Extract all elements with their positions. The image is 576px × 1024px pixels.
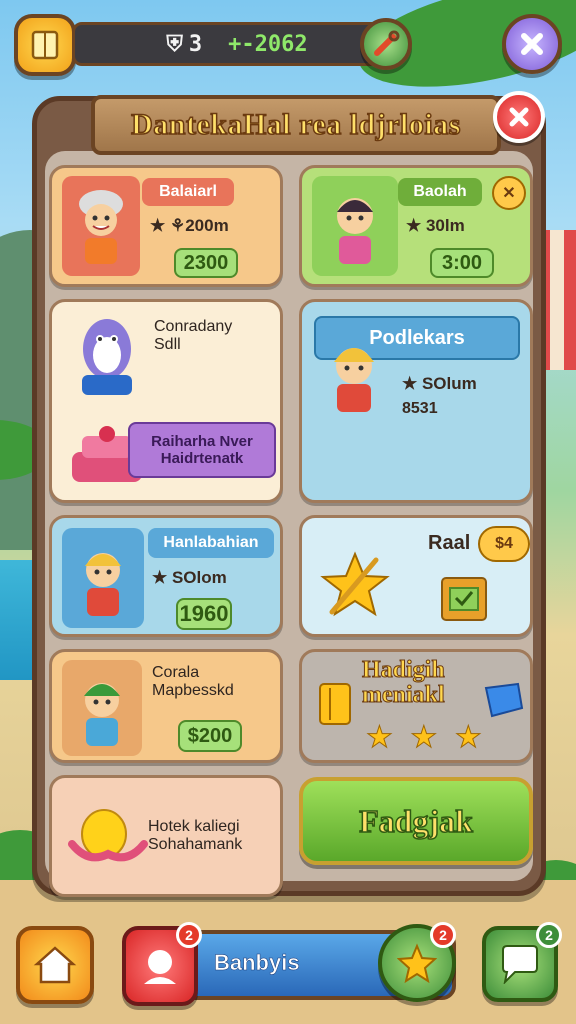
shop-card-9[interactable]: Hotek kaliegi Sohahamank: [49, 775, 283, 897]
gem-icon: ⛨: [166, 31, 183, 57]
panel-title-banner: DantekaHal rea ldjrloias: [91, 95, 501, 155]
shop-card-2[interactable]: Baolah ✕ ★ 30lm 3:00: [299, 165, 533, 287]
card-close-button[interactable]: ✕: [492, 176, 526, 210]
star-icon: [397, 943, 437, 983]
favorites-button[interactable]: 2: [378, 922, 456, 1002]
book-icon: [31, 30, 59, 60]
desc-line-1: Hotek kaliegi: [148, 818, 240, 835]
tag-line-1: Raiharha Nver: [151, 432, 253, 450]
quest-book-button[interactable]: [14, 14, 76, 76]
blonde-boy-character-icon: [334, 348, 374, 412]
character-portrait: [312, 176, 398, 276]
confirm-button-label: Fadgjak: [358, 802, 473, 840]
rating-stars: ★ ★ ★: [366, 720, 486, 756]
card-title: Hadigih meniakl: [362, 657, 446, 709]
blue-gem-icon: [484, 682, 524, 718]
cash-counter: +-2062: [228, 32, 307, 57]
rate-text: ★ SOlum: [402, 374, 477, 393]
close-top-button[interactable]: [502, 14, 562, 74]
gem-count: 3: [188, 31, 203, 57]
price-badge[interactable]: $4: [478, 526, 530, 562]
card-name-pill: Balaiarl: [142, 178, 234, 206]
shop-card-6[interactable]: Raal $4: [299, 515, 533, 637]
notification-badge: 2: [536, 922, 562, 948]
desc-line-2: Mapbesskd: [152, 682, 234, 700]
character-portrait: [62, 660, 142, 756]
home-button[interactable]: [16, 926, 94, 1004]
confirm-button[interactable]: Fadgjak: [299, 777, 533, 865]
wrench-icon: [374, 30, 400, 56]
price-pill[interactable]: 3:00: [430, 248, 494, 278]
shop-card-8[interactable]: Hadigih meniakl ★ ★ ★: [299, 649, 533, 763]
shop-panel: DantekaHal rea ldjrloias Balaiarl ★ ⚘200…: [32, 91, 546, 897]
profile-icon: [144, 950, 176, 984]
rate-text: ★ ⚘200m: [150, 216, 229, 235]
title-line-2: meniakl: [362, 682, 446, 709]
gold-bars-icon: [319, 683, 351, 725]
desc-line-1: Corala: [152, 664, 200, 681]
sub-value: 8531: [402, 400, 438, 417]
home-icon: [33, 946, 77, 984]
green-hair-kid-icon: [84, 683, 120, 746]
price-pill[interactable]: 2300: [174, 248, 238, 278]
item-tag: Raiharha Nver Haidrtenatk: [128, 422, 276, 478]
card-name-pill: Hanlabahian: [148, 528, 274, 558]
desc-line-2: Sohahamank: [148, 836, 243, 854]
profile-button[interactable]: 2: [122, 922, 202, 1006]
character-portrait: [66, 312, 148, 398]
price-pill[interactable]: $200: [178, 720, 242, 752]
chat-button[interactable]: 2: [482, 922, 562, 1002]
tools-button[interactable]: [360, 18, 412, 70]
card-description: Corala Mapbesskd: [152, 664, 234, 701]
explorer-character-icon: [79, 190, 123, 264]
character-portrait: [62, 528, 144, 628]
title-line-1: Hadigih: [362, 657, 446, 683]
rate-text: ★ 30lm: [406, 216, 465, 235]
rate-text: ★ SOlom: [152, 568, 227, 587]
desc-line-1: Conradany: [154, 318, 233, 335]
golden-egg-icon: [68, 809, 148, 862]
tag-line-2: Haidrtenatk: [160, 450, 244, 467]
notification-badge: 2: [430, 922, 456, 948]
top-bar: ⛨ 3 +-2062: [14, 14, 562, 78]
card-description: Hotek kaliegi Sohahamank: [148, 818, 242, 855]
character-portrait: [62, 176, 140, 276]
shop-card-1[interactable]: Balaiarl ★ ⚘200m 2300: [49, 165, 283, 287]
close-icon: [521, 33, 543, 55]
close-panel-button[interactable]: [493, 91, 545, 143]
gold-star-wand-icon: [320, 551, 390, 617]
card-description: Conradany Sdll: [154, 318, 232, 355]
shop-card-7[interactable]: Corala Mapbesskd $200: [49, 649, 283, 763]
shop-card-5[interactable]: Hanlabahian ★ SOlom 1960: [49, 515, 283, 637]
shop-card-4[interactable]: Podlekars ★ SOlum 8531: [299, 299, 533, 503]
resource-bar: ⛨ 3 +-2062: [72, 22, 402, 66]
character-portrait: [314, 326, 394, 416]
card-name: Raal: [428, 532, 471, 554]
kid-character-icon: [85, 553, 121, 616]
shop-card-3[interactable]: Conradany Sdll Raiharha Nver Haidrtenatk: [49, 299, 283, 503]
price-pill[interactable]: 1960: [176, 598, 232, 630]
cash-amount: +-2062: [228, 31, 308, 57]
close-icon: [509, 107, 529, 127]
treasure-box-icon: [441, 577, 487, 621]
chat-bubble-icon: [502, 945, 538, 984]
boy-character-icon: [337, 198, 373, 264]
card-name-pill: Baolah: [398, 178, 482, 206]
penguin-character-icon: [82, 319, 132, 395]
bottom-center-label: Banbyis: [214, 950, 300, 976]
desc-line-2: Sdll: [154, 336, 181, 354]
notification-badge: 2: [176, 922, 202, 948]
gem-counter: ⛨ 3: [166, 32, 202, 57]
panel-title: DantekaHal rea ldjrloias: [130, 107, 461, 142]
